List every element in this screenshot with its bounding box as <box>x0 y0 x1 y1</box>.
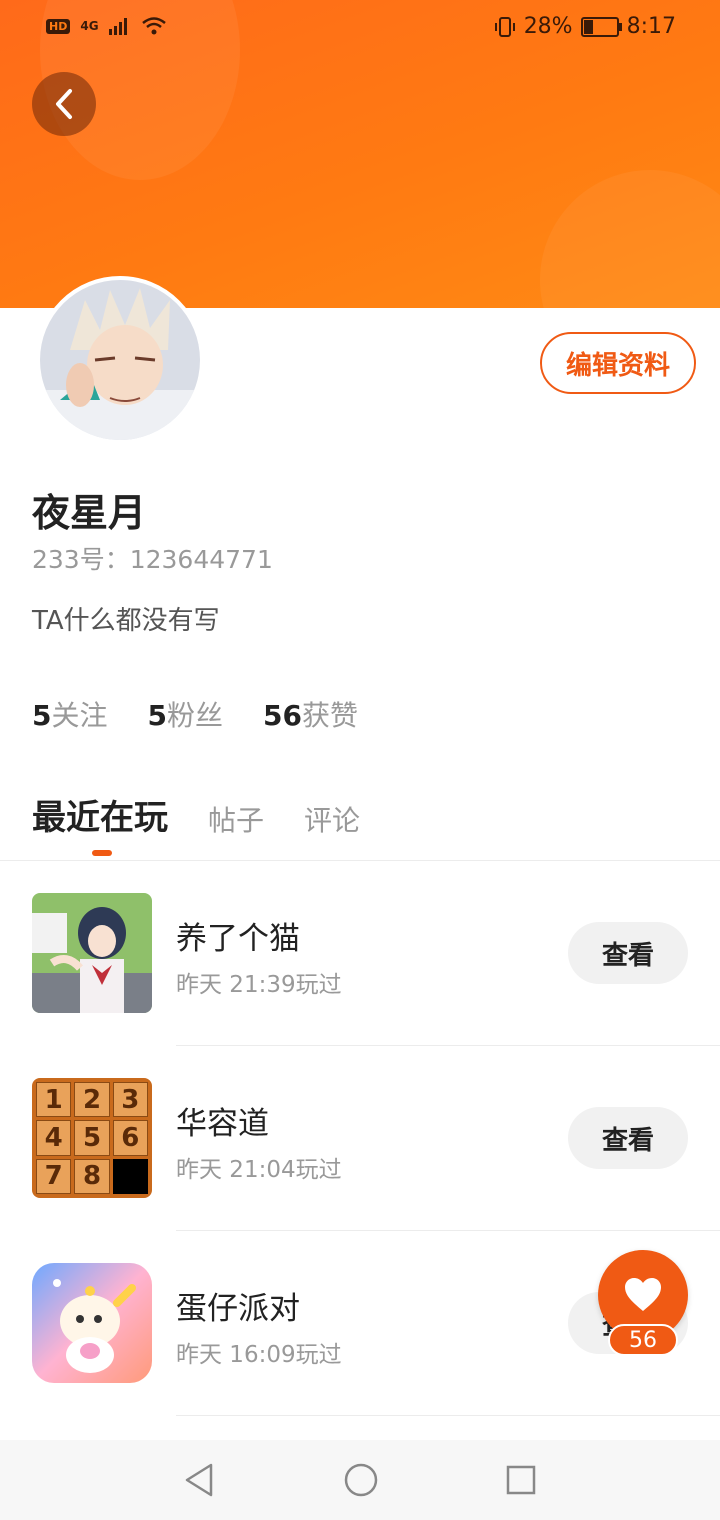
user-id-value: 123644771 <box>129 545 273 574</box>
stat-label: 获赞 <box>301 699 358 732</box>
row-separator <box>176 1415 720 1416</box>
active-tab-indicator <box>92 850 112 856</box>
game-played-time: 昨天 16:09玩过 <box>176 1342 342 1368</box>
puzzle-tile: 1 <box>36 1082 72 1118</box>
status-bar: HD 4G 28% 8:17 <box>0 0 720 56</box>
network-type: 4G <box>80 19 99 33</box>
view-button[interactable]: 查看 <box>568 1107 688 1169</box>
puzzle-empty-tile <box>112 1158 148 1194</box>
game-played-time: 昨天 21:39玩过 <box>176 972 342 998</box>
user-id-label: 233号： <box>32 545 130 574</box>
puzzle-tile: 5 <box>74 1120 110 1156</box>
puzzle-tile: 7 <box>36 1158 72 1194</box>
stat-count: 5 <box>147 699 167 732</box>
game-thumbnail: 1 2 3 4 5 6 7 8 <box>32 1078 152 1198</box>
back-button[interactable] <box>32 72 96 136</box>
nav-home-icon[interactable] <box>343 1462 379 1498</box>
username: 夜星月 <box>32 491 147 535</box>
stat-count: 5 <box>32 699 52 732</box>
puzzle-tile: 6 <box>112 1120 148 1156</box>
tab-recently-played[interactable]: 最近在玩 <box>32 790 168 839</box>
stat-followers[interactable]: 5粉丝 <box>148 694 224 734</box>
tab-comments[interactable]: 评论 <box>304 799 360 839</box>
edit-profile-button[interactable]: 编辑资料 <box>540 332 696 394</box>
game-thumbnail <box>32 1263 152 1383</box>
battery-level <box>583 19 594 34</box>
avatar[interactable] <box>36 276 204 444</box>
puzzle-tile: 8 <box>74 1158 110 1194</box>
nav-recents-icon[interactable] <box>505 1464 537 1496</box>
wifi-icon <box>141 17 166 35</box>
signal-icon <box>108 18 127 35</box>
game-name: 蛋仔派对 <box>176 1291 300 1327</box>
list-item[interactable]: 1 2 3 4 5 6 7 8 华容道 昨天 21:04玩过 查看 <box>0 1046 720 1231</box>
stat-label: 关注 <box>51 699 108 732</box>
avatar-image <box>40 280 200 440</box>
profile-tabs: 最近在玩 帖子 评论 <box>32 790 360 856</box>
view-button[interactable]: 查看 <box>568 922 688 984</box>
banner-decoration <box>540 170 720 308</box>
game-thumbnail <box>32 893 152 1013</box>
vibrate-icon <box>494 16 515 37</box>
heart-icon <box>625 1278 661 1311</box>
game-name: 华容道 <box>176 1106 269 1142</box>
puzzle-tile: 3 <box>112 1082 148 1118</box>
tab-posts[interactable]: 帖子 <box>208 799 264 839</box>
battery-percent: 28% <box>523 14 573 39</box>
nav-back-icon[interactable] <box>183 1462 217 1498</box>
puzzle-tile: 2 <box>74 1082 110 1118</box>
profile-stats: 5关注 5粉丝 56获赞 <box>32 694 358 734</box>
game-name: 养了个猫 <box>176 921 300 957</box>
user-id: 233号：123644771 <box>32 540 273 576</box>
profile-header-banner: HD 4G 28% 8:17 <box>0 0 720 308</box>
stat-label: 粉丝 <box>166 699 223 732</box>
stat-count: 56 <box>263 699 302 732</box>
puzzle-tile: 4 <box>36 1120 72 1156</box>
bio: TA什么都没有写 <box>32 606 220 636</box>
like-count-badge: 56 <box>608 1324 678 1356</box>
hd-indicator: HD <box>46 18 71 34</box>
stat-following[interactable]: 5关注 <box>32 694 108 734</box>
clock: 8:17 <box>626 14 676 39</box>
system-nav-bar <box>0 1440 720 1520</box>
battery-icon <box>580 16 622 37</box>
list-item[interactable]: 养了个猫 昨天 21:39玩过 查看 <box>0 861 720 1046</box>
stat-likes[interactable]: 56获赞 <box>263 694 358 734</box>
game-played-time: 昨天 21:04玩过 <box>176 1157 342 1183</box>
chevron-left-icon <box>56 89 72 119</box>
